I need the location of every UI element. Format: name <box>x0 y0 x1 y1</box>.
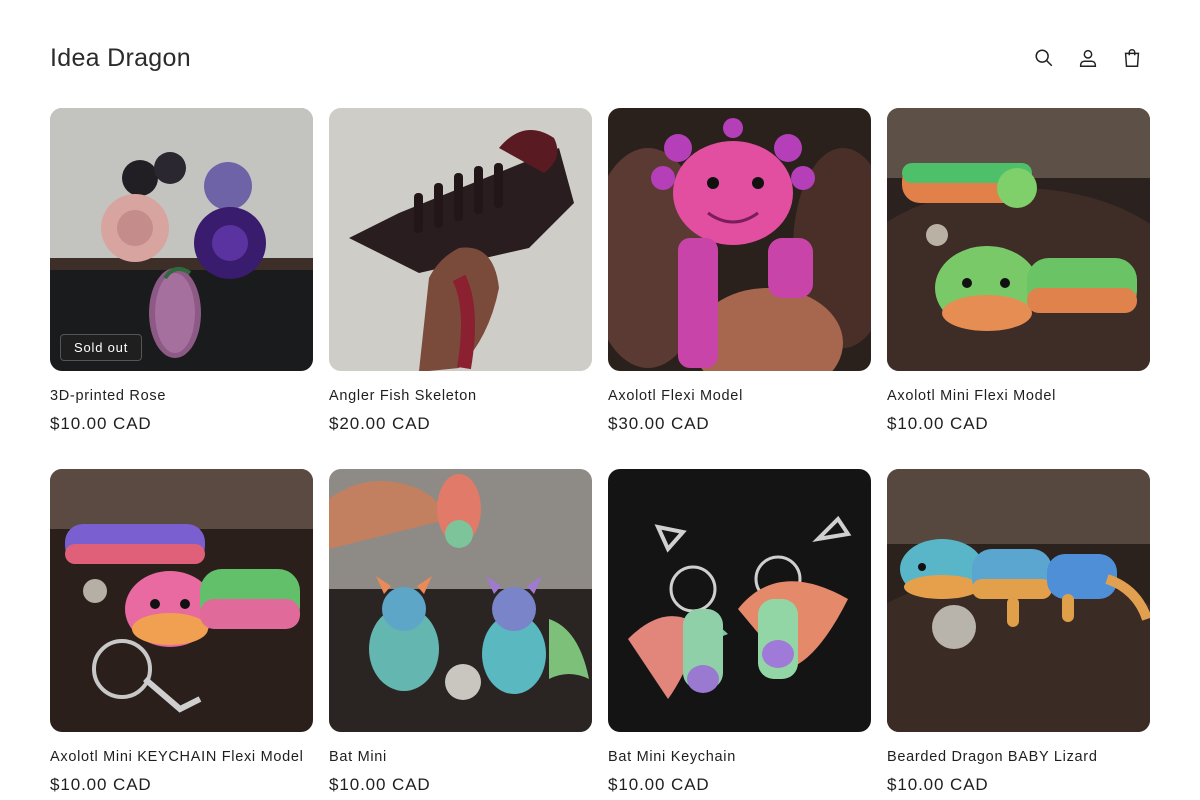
product-card[interactable]: Axolotl Mini Flexi Model $10.00 CAD <box>887 108 1150 434</box>
product-image[interactable] <box>887 108 1150 371</box>
product-price: $10.00 CAD <box>887 414 989 433</box>
sold-out-badge: Sold out <box>60 334 143 361</box>
product-price: $10.00 CAD <box>608 775 710 794</box>
header-icons <box>1022 36 1154 80</box>
product-price: $10.00 CAD <box>50 414 152 433</box>
product-title[interactable]: 3D-printed Rose <box>50 387 313 405</box>
product-title[interactable]: Bat Mini <box>329 748 592 766</box>
search-icon[interactable] <box>1022 36 1066 80</box>
product-title[interactable]: Bearded Dragon BABY Lizard <box>887 748 1150 766</box>
product-price: $10.00 CAD <box>50 775 152 794</box>
brand-logo[interactable]: Idea Dragon <box>50 44 191 73</box>
bat-mini-image <box>329 469 592 732</box>
product-price: $20.00 CAD <box>329 414 431 433</box>
product-card[interactable]: Axolotl Mini KEYCHAIN Flexi Model $10.00… <box>50 469 313 795</box>
bat-keychain-image <box>608 469 871 732</box>
product-image[interactable] <box>329 108 592 371</box>
bearded-dragon-image <box>887 469 1150 732</box>
product-title[interactable]: Axolotl Flexi Model <box>608 387 871 405</box>
product-price: $10.00 CAD <box>887 775 989 794</box>
product-grid: Sold out 3D-printed Rose $10.00 CAD Angl… <box>50 108 1150 795</box>
product-title[interactable]: Bat Mini Keychain <box>608 748 871 766</box>
product-title[interactable]: Angler Fish Skeleton <box>329 387 592 405</box>
product-image[interactable] <box>329 469 592 732</box>
product-price: $30.00 CAD <box>608 414 710 433</box>
axolotl-flexi-image <box>608 108 871 371</box>
product-card[interactable]: Bat Mini $10.00 CAD <box>329 469 592 795</box>
product-image[interactable] <box>50 469 313 732</box>
axolotl-keychain-image <box>50 469 313 732</box>
product-image[interactable]: Sold out <box>50 108 313 371</box>
product-card[interactable]: Axolotl Flexi Model $30.00 CAD <box>608 108 871 434</box>
angler-fish-image <box>329 108 592 371</box>
cart-icon[interactable] <box>1110 36 1154 80</box>
axolotl-mini-image <box>887 108 1150 371</box>
product-image[interactable] <box>608 469 871 732</box>
product-image[interactable] <box>608 108 871 371</box>
product-title[interactable]: Axolotl Mini Flexi Model <box>887 387 1150 405</box>
product-card[interactable]: Bearded Dragon BABY Lizard $10.00 CAD <box>887 469 1150 795</box>
site-header: Idea Dragon <box>50 36 1150 80</box>
product-image[interactable] <box>887 469 1150 732</box>
rose-image <box>50 108 313 371</box>
product-card[interactable]: Sold out 3D-printed Rose $10.00 CAD <box>50 108 313 434</box>
product-title[interactable]: Axolotl Mini KEYCHAIN Flexi Model <box>50 748 313 766</box>
account-icon[interactable] <box>1066 36 1110 80</box>
product-card[interactable]: Angler Fish Skeleton $20.00 CAD <box>329 108 592 434</box>
product-price: $10.00 CAD <box>329 775 431 794</box>
product-card[interactable]: Bat Mini Keychain $10.00 CAD <box>608 469 871 795</box>
